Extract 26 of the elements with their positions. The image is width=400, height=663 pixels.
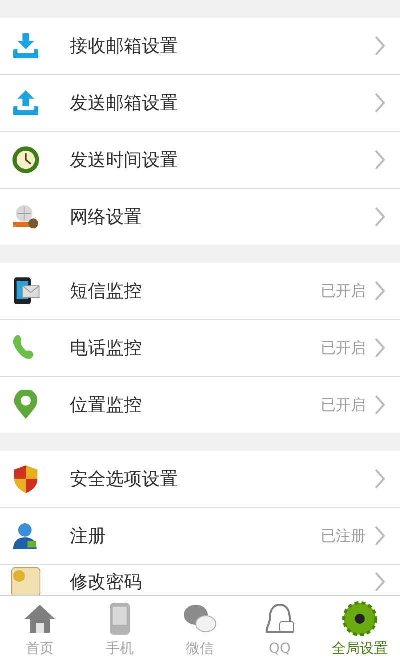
chevron-icon [374,149,386,171]
row-label: 接收邮箱设置 [70,35,179,58]
chevron-icon [374,571,386,593]
row-label: 网络设置 [70,206,143,229]
row-label: 发送邮箱设置 [70,92,179,115]
row-label: 修改密码 [70,571,143,594]
row-label: 注册 [70,525,107,548]
chevron-icon [374,280,386,302]
chevron-icon [374,35,386,57]
row-label: 安全选项设置 [70,468,179,491]
chevron-icon [374,337,386,359]
row-status: 已开启 [321,338,366,358]
chevron-icon [374,92,386,114]
chevron-icon [374,394,386,416]
row-label: 位置监控 [70,394,143,417]
gear-icon [342,601,378,637]
row-status: 已开启 [321,396,366,414]
row-label: 电话监控 [70,337,143,360]
tab[interactable]: 全局设置 [320,596,400,663]
row-status: 已注册 [321,526,366,546]
chevron-icon [374,525,386,547]
chevron-icon [374,468,386,490]
row-label: 短信监控 [70,280,143,303]
row-label: 发送时间设置 [70,149,179,172]
chevron-icon [374,206,386,228]
row-status: 已开启 [321,282,366,300]
